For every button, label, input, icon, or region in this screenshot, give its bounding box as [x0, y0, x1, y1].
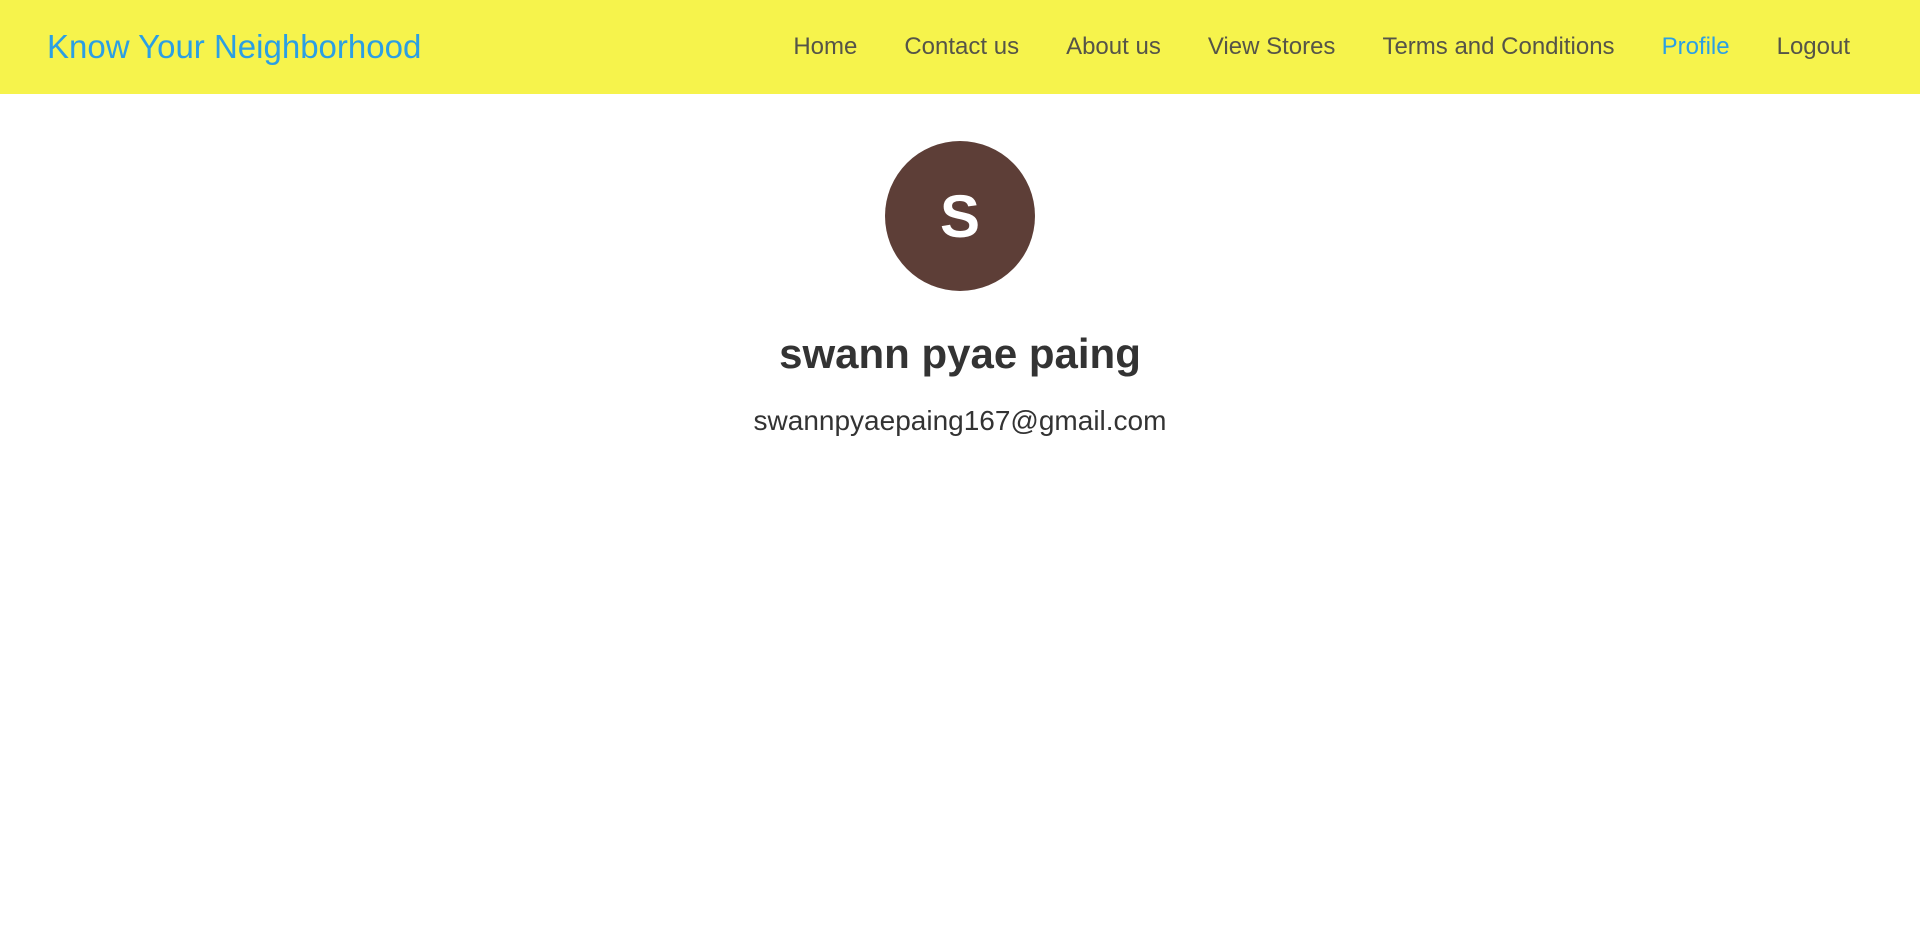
brand-link[interactable]: Know Your Neighborhood	[47, 0, 421, 94]
nav-logout-link[interactable]: Logout	[1777, 33, 1850, 60]
nav-about-link[interactable]: About us	[1066, 33, 1161, 60]
nav-home-link[interactable]: Home	[793, 33, 857, 60]
avatar-initial: S	[939, 182, 981, 250]
user-name: swann pyae paing	[779, 330, 1141, 377]
top-navbar: Know Your Neighborhood Home Contact us A…	[0, 0, 1920, 94]
nav-contact-link[interactable]: Contact us	[904, 33, 1019, 60]
nav-profile-link[interactable]: Profile	[1662, 33, 1730, 60]
nav-terms-link[interactable]: Terms and Conditions	[1382, 33, 1614, 60]
nav-view-stores-link[interactable]: View Stores	[1208, 33, 1336, 60]
nav-menu: Home Contact us About us View Stores Ter…	[793, 0, 1850, 94]
avatar: S	[885, 141, 1035, 291]
profile-section: S swann pyae paing swannpyaepaing167@gma…	[0, 94, 1920, 438]
user-email: swannpyaepaing167@gmail.com	[753, 405, 1167, 436]
